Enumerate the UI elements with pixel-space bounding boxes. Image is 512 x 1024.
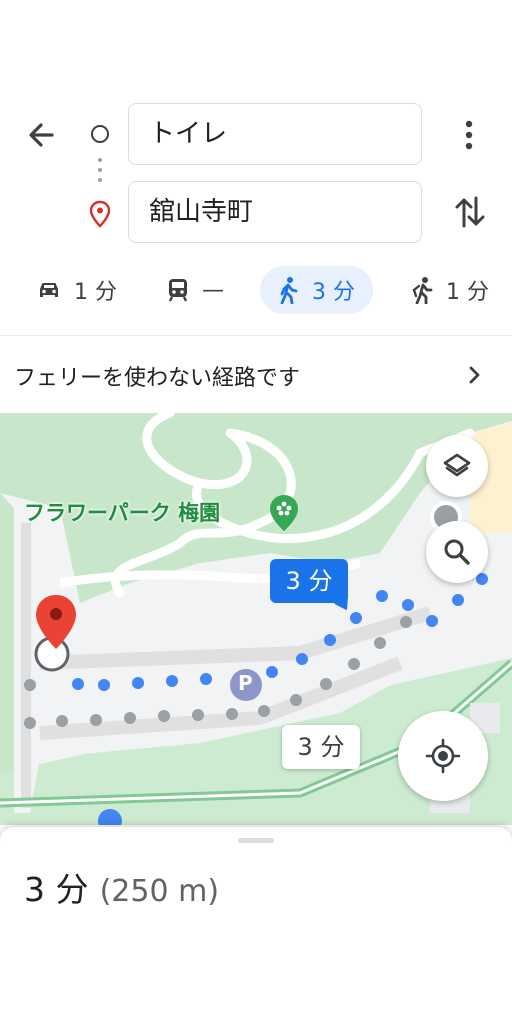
notice-text: フェリーを使わない経路です <box>14 366 301 391</box>
mode-driving[interactable]: 1 分 <box>36 266 117 314</box>
search-icon <box>444 539 470 565</box>
park-label: フラワーパーク 梅園 <box>24 501 221 525</box>
mode-walking[interactable]: 3 分 <box>260 266 373 314</box>
bottom-sheet[interactable]: 3 分 (250 m) <box>0 827 512 1024</box>
mode-rideshare[interactable]: 1 分 <box>410 266 489 314</box>
rideshare-icon <box>412 277 433 304</box>
alt-route-time-label[interactable]: 3 分 <box>282 725 360 769</box>
route-distance: (250 m) <box>99 874 220 909</box>
mode-transit-label: — <box>202 277 224 303</box>
destination-pin-icon <box>89 200 111 232</box>
car-icon <box>40 283 58 297</box>
parking-symbol: P <box>238 671 253 695</box>
mode-rideshare-label: 1 分 <box>446 280 489 305</box>
destination-field[interactable]: 舘山寺町 <box>128 181 422 243</box>
more-vert-icon <box>465 120 473 150</box>
route-dots-icon <box>98 158 102 186</box>
layers-button[interactable] <box>426 435 488 497</box>
mode-driving-label: 1 分 <box>74 280 117 305</box>
notice-row[interactable]: フェリーを使わない経路です <box>0 336 512 413</box>
origin-field[interactable]: トイレ <box>128 103 422 165</box>
selected-route-time-text: 3 分 <box>285 567 333 595</box>
more-options-button[interactable] <box>458 118 480 152</box>
search-button[interactable] <box>426 521 488 583</box>
my-location-icon <box>425 738 461 774</box>
origin-circle-icon <box>91 125 109 143</box>
map-view[interactable]: フラワーパーク 梅園 P 3 分 3 分 <box>0 413 512 825</box>
swap-vert-icon <box>455 196 485 228</box>
my-location-button[interactable] <box>398 711 488 801</box>
back-arrow-icon <box>29 123 54 147</box>
selected-route-time-label[interactable]: 3 分 <box>270 559 348 603</box>
route-summary: 3 分 (250 m) <box>24 863 219 911</box>
mode-walking-label: 3 分 <box>312 280 355 305</box>
walk-icon <box>280 277 298 304</box>
mode-transit[interactable]: — <box>166 266 224 314</box>
drag-handle[interactable] <box>238 838 274 843</box>
chevron-right-icon <box>469 366 480 384</box>
route-duration: 3 分 <box>24 870 89 909</box>
back-button[interactable] <box>22 116 64 154</box>
layers-icon <box>443 453 471 477</box>
transit-icon <box>168 279 188 302</box>
swap-button[interactable] <box>452 192 488 232</box>
alt-route-time-text: 3 分 <box>297 733 345 761</box>
